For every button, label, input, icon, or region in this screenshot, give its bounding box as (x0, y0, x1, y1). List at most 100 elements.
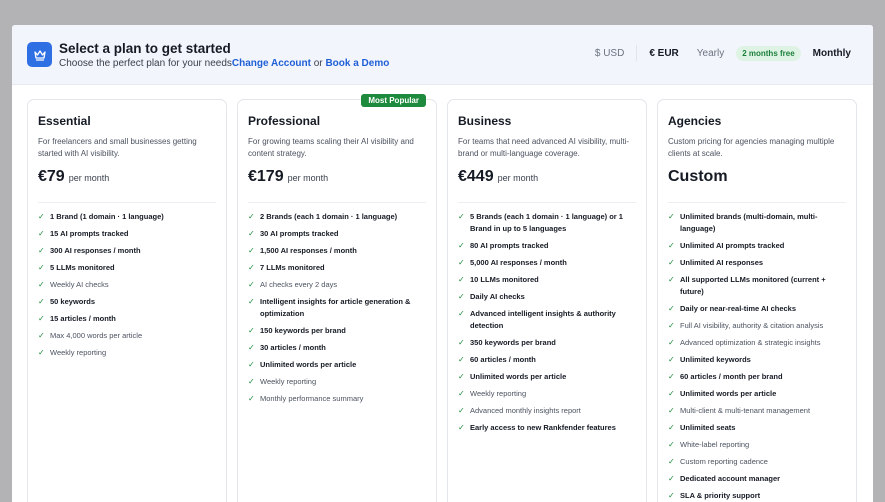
feature-item: ✓ Intelligent insights for article genera… (248, 296, 426, 320)
card-divider (668, 202, 846, 203)
price-amount: €79 (38, 168, 65, 185)
feature-text: 30 articles / month (260, 343, 326, 352)
feature-item: ✓ 1 Brand (1 domain · 1 language) (38, 211, 216, 223)
feature-text: 1 Brand (1 domain · 1 language) (50, 212, 164, 221)
plan-card-essential[interactable]: Essential For freelancers and small busin… (27, 99, 227, 502)
plan-description: For growing teams scaling their AI visib… (248, 137, 414, 158)
feature-list: ✓ 1 Brand (1 domain · 1 language) ✓ 15 AI p… (38, 211, 216, 359)
feature-text: Early access to new Rankfender features (470, 423, 616, 432)
feature-text: Daily or near-real-time AI checks (680, 304, 797, 313)
price-amount: €449 (458, 168, 494, 185)
book-demo-link[interactable]: Book a Demo (325, 58, 389, 69)
check-icon: ✓ (668, 355, 675, 364)
feature-item: ✓ White-label reporting (668, 439, 846, 451)
check-icon: ✓ (38, 280, 45, 289)
plan-card-business[interactable]: Business For teams that need advanced AI … (447, 99, 647, 502)
feature-text: 7 LLMs monitored (260, 263, 325, 272)
check-icon: ✓ (38, 263, 45, 272)
plan-price: €79 per month (38, 168, 216, 198)
check-icon: ✓ (38, 212, 45, 221)
price-amount: €179 (248, 168, 284, 185)
feature-item: ✓ Unlimited words per article (668, 388, 846, 400)
feature-item: ✓ 300 AI responses / month (38, 245, 216, 257)
check-icon: ✓ (248, 326, 255, 335)
price-period: per month (287, 173, 329, 183)
feature-text: 30 AI prompts tracked (260, 229, 339, 238)
check-icon: ✓ (668, 491, 675, 500)
feature-text: Unlimited brands (multi-domain, multi-la… (680, 212, 818, 233)
check-icon: ✓ (248, 377, 255, 386)
currency-eur-option[interactable]: € EUR (649, 48, 678, 59)
feature-item: ✓ 60 articles / month per brand (668, 371, 846, 383)
currency-usd-option[interactable]: $ USD (595, 48, 624, 59)
feature-item: ✓ Advanced monthly insights report (458, 405, 636, 417)
check-icon: ✓ (458, 423, 465, 432)
check-icon: ✓ (668, 406, 675, 415)
feature-item: ✓ 7 LLMs monitored (248, 262, 426, 274)
check-icon: ✓ (458, 372, 465, 381)
plan-card-agencies[interactable]: Agencies Custom pricing for agencies mana… (657, 99, 857, 502)
or-text: or (313, 58, 323, 69)
check-icon: ✓ (458, 309, 465, 318)
billing-yearly-option[interactable]: Yearly (697, 48, 724, 59)
change-account-link[interactable]: Change Account (232, 58, 311, 69)
feature-item: ✓ Unlimited seats (668, 422, 846, 434)
feature-text: Unlimited words per article (260, 360, 357, 369)
plan-name: Business (458, 114, 512, 128)
feature-text: Weekly reporting (470, 389, 527, 398)
check-icon: ✓ (248, 212, 255, 221)
feature-item: ✓ Early access to new Rankfender features (458, 422, 636, 434)
plan-name: Agencies (668, 114, 722, 128)
feature-item: ✓ 1,500 AI responses / month (248, 245, 426, 257)
check-icon: ✓ (458, 292, 465, 301)
feature-item: ✓ Weekly reporting (38, 347, 216, 359)
feature-item: ✓ Weekly reporting (458, 388, 636, 400)
feature-item: ✓ 5 Brands (each 1 domain · 1 language) o… (458, 211, 636, 235)
check-icon: ✓ (668, 304, 675, 313)
feature-item: ✓ Unlimited words per article (458, 371, 636, 383)
plan-price: €179 per month (248, 168, 426, 198)
feature-list: ✓ 2 Brands (each 1 domain · 1 language) ✓ 3… (248, 211, 426, 405)
check-icon: ✓ (668, 457, 675, 466)
feature-text: 5,000 AI responses / month (470, 258, 567, 267)
feature-item: ✓ Multi-client & multi-tenant management (668, 405, 846, 417)
billing-monthly-option[interactable]: Monthly (813, 48, 851, 59)
check-icon: ✓ (458, 389, 465, 398)
plan-description: Custom pricing for agencies managing mul… (668, 137, 835, 158)
feature-text: 300 AI responses / month (50, 246, 141, 255)
check-icon: ✓ (458, 355, 465, 364)
feature-item: ✓ Unlimited brands (multi-domain, multi-l… (668, 211, 846, 235)
check-icon: ✓ (38, 348, 45, 357)
check-icon: ✓ (458, 258, 465, 267)
feature-item: ✓ 350 keywords per brand (458, 337, 636, 349)
feature-text: Dedicated account manager (680, 474, 781, 483)
feature-text: Weekly reporting (50, 348, 107, 357)
feature-item: ✓ 15 articles / month (38, 313, 216, 325)
feature-item: ✓ 60 articles / month (458, 354, 636, 366)
feature-item: ✓ Full AI visibility, authority & citatio… (668, 320, 846, 332)
feature-item: ✓ All supported LLMs monitored (current +… (668, 274, 846, 298)
subtitle-text: Choose the perfect plan for your needs (59, 58, 232, 69)
card-divider (38, 202, 216, 203)
check-icon: ✓ (668, 321, 675, 330)
check-icon: ✓ (248, 246, 255, 255)
plan-description: For freelancers and small businesses get… (38, 137, 197, 158)
check-icon: ✓ (458, 406, 465, 415)
feature-item: ✓ Daily or near-real-time AI checks (668, 303, 846, 315)
plan-card-professional[interactable]: Most Popular Professional For growing team… (237, 94, 437, 502)
check-icon: ✓ (458, 212, 465, 221)
feature-text: Advanced intelligent insights & authorit… (470, 309, 616, 330)
modal-header: Select a plan to get started Choose the … (12, 25, 873, 85)
feature-text: Unlimited seats (680, 423, 736, 432)
feature-text: AI checks every 2 days (260, 280, 338, 289)
currency-divider (636, 45, 638, 61)
plan-price: Custom (668, 168, 846, 198)
check-icon: ✓ (38, 314, 45, 323)
feature-item: ✓ 30 AI prompts tracked (248, 228, 426, 240)
feature-item: ✓ 80 AI prompts tracked (458, 240, 636, 252)
feature-item: ✓ 150 keywords per brand (248, 325, 426, 337)
check-icon: ✓ (668, 372, 675, 381)
feature-text: Unlimited AI responses (680, 258, 764, 267)
plan-description: For teams that need advanced AI visibili… (458, 137, 630, 158)
feature-item: ✓ SLA & priority support (668, 490, 846, 502)
